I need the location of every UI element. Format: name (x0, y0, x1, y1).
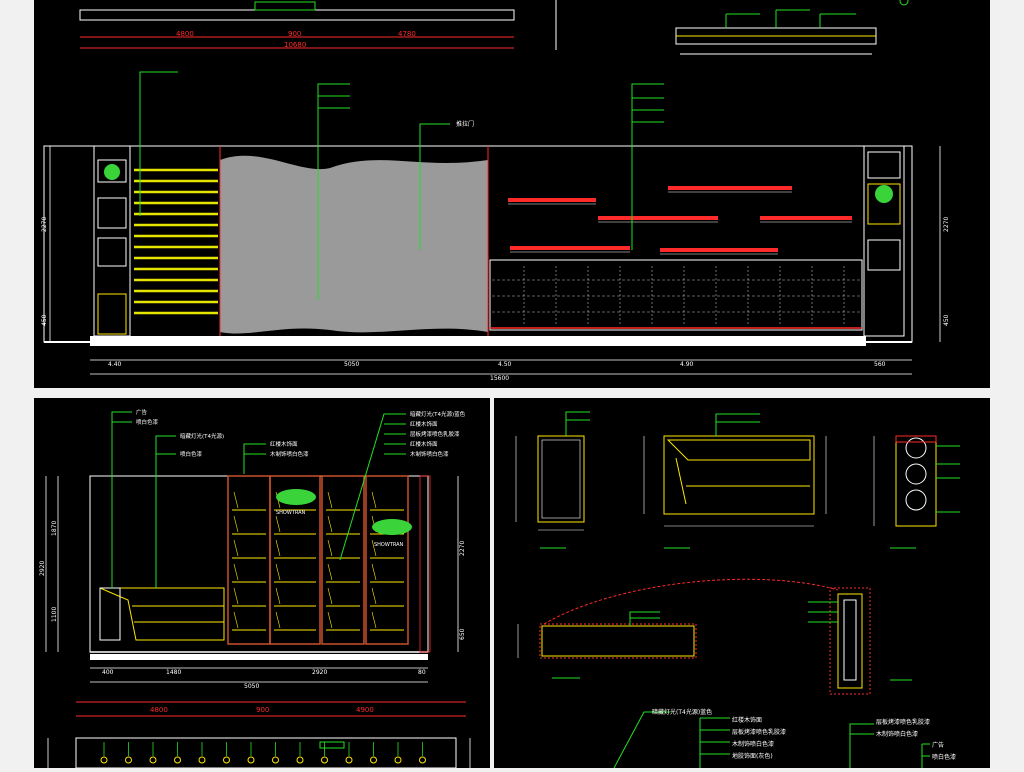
elev-b-label-paint-2: 喷白色漆 (180, 450, 203, 458)
elev-b-label-ad: 广告 (136, 408, 148, 416)
elev-a-height-right-base: 450 (943, 314, 950, 326)
wall-shelf (598, 216, 718, 220)
elev-b-label-wood-face-2: 红楼木饰面 (410, 440, 438, 448)
top-plan-dim-3: 4780 (398, 30, 416, 38)
elev-c-dim-1: 4800 (150, 706, 168, 714)
detail-leader-floor: 地胶饰面(灰色) (732, 752, 773, 760)
detail-leader-white: 木制饰喷白色漆 (732, 740, 774, 748)
elev-b-dim-4: 80 (418, 669, 426, 676)
elev-b-label-light-blue: 暗藏灯光(T4光源)蓝色 (410, 410, 466, 418)
elev-a-dim-5: 560 (874, 361, 886, 368)
detail-leader-shelf: 层板烤漆喷色乳胶漆 (732, 728, 786, 736)
wall-shelf (660, 248, 778, 252)
elev-a-height-left-base: 450 (41, 314, 48, 326)
elev-a-total: 15600 (490, 375, 509, 382)
elev-b-dim-1: 400 (102, 669, 114, 676)
sliding-door-panel (220, 155, 488, 334)
elev-b-label-light: 暗藏灯光(T4光源) (180, 432, 224, 440)
wall-shelf (760, 216, 852, 220)
elev-a-dim-3: 4.50 (498, 361, 512, 368)
brand-label-2: SHOWTRAN (374, 542, 404, 548)
elev-a-dim-1: 4.40 (108, 361, 122, 368)
elev-b-height-left: 2920 (39, 561, 46, 576)
elev-b-height-lower: 1100 (51, 607, 58, 622)
plant-1 (276, 489, 316, 505)
panel-bottom-right (494, 398, 990, 768)
elev-b-label-shelf: 层板烤漆喷色乳胶漆 (410, 430, 460, 438)
door-label: 推拉门 (456, 120, 474, 128)
detail-leader-shelf-b: 层板烤漆喷色乳胶漆 (876, 718, 930, 726)
cad-drawing: 4800 900 4780 10680 推拉门 4.40 5050 4.50 4… (34, 0, 990, 769)
elev-b-dim-3: 2920 (312, 669, 327, 676)
elev-b-height-right-base: 650 (459, 628, 466, 640)
elev-c-dim-3: 4900 (356, 706, 374, 714)
wall-shelf (668, 186, 792, 190)
top-plan-dim-1: 4800 (176, 30, 194, 38)
elev-b-label-paint: 喷白色漆 (136, 418, 159, 426)
detail-leader-wood: 红楼木饰面 (732, 716, 762, 724)
wall-shelf (510, 246, 630, 250)
elev-a-dim-4: 4.90 (680, 361, 694, 368)
elev-c-label-ad: 广告 (932, 741, 944, 749)
elev-a-height-right: 2270 (943, 217, 950, 232)
top-plan-total: 10680 (284, 41, 306, 49)
elev-b-height-upper: 1870 (51, 521, 58, 536)
detail-leader-light: 暗藏灯光(T4光源)蓝色 (652, 708, 712, 716)
detail-leader-white-b: 木制饰喷白色漆 (876, 730, 918, 738)
elev-a-dim-2: 5050 (344, 361, 359, 368)
elev-c-label-paint: 喷白色漆 (932, 753, 956, 761)
elev-a-height-left: 2270 (41, 217, 48, 232)
plant-2 (372, 519, 412, 535)
elev-c-dim-2: 900 (256, 706, 269, 714)
drawing-sheet: 4800 900 4780 10680 推拉门 4.40 5050 4.50 4… (0, 0, 1024, 769)
brand-label-1: SHOWTRAN (276, 510, 306, 516)
elev-b-total: 5050 (244, 683, 259, 690)
elev-b-height-right: 2270 (459, 541, 466, 556)
top-plan-dim-2: 900 (288, 30, 301, 38)
elev-b-label-wood-paint: 木制饰喷白色漆 (270, 450, 309, 458)
elev-b-label-wood: 红楼木饰面 (270, 440, 298, 448)
elev-b-label-wood-face: 红楼木饰面 (410, 420, 438, 428)
wall-shelf (508, 198, 596, 202)
elev-b-label-white: 木制饰喷白色漆 (410, 450, 449, 458)
elev-b-dim-2: 1480 (166, 669, 181, 676)
